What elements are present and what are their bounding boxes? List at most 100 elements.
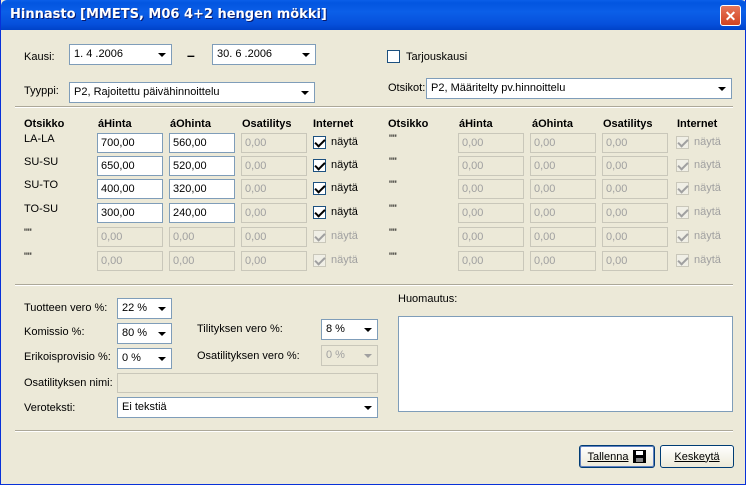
header-aohinta: áOhinta — [170, 118, 211, 130]
tuotteen-vero-select[interactable]: 22 % — [117, 298, 172, 319]
komissio-select[interactable]: 80 % — [117, 323, 172, 344]
separator — [15, 430, 733, 432]
erikoisprovisio-select[interactable]: 0 % — [117, 348, 172, 369]
ahinta-input[interactable]: 0,00 — [97, 251, 163, 271]
header-otsikko: Otsikko — [24, 118, 65, 130]
internet-label: näytä — [694, 136, 721, 148]
end-date-value: 30. 6 .2006 — [217, 48, 273, 60]
chevron-down-icon[interactable] — [154, 300, 170, 317]
internet-checkbox[interactable] — [313, 159, 326, 172]
internet-checkbox[interactable] — [676, 182, 689, 195]
aohinta-input[interactable]: 560,00 — [169, 133, 235, 153]
osatilitys-input[interactable]: 0,00 — [241, 156, 307, 176]
dialog-window: Hinnasto [MMETS, M06 4+2 hengen mökki] ✕… — [0, 0, 746, 485]
osatilitys-input[interactable]: 0,00 — [241, 227, 307, 247]
osatilitys-input[interactable]: 0,00 — [602, 133, 668, 153]
internet-label: näytä — [694, 182, 721, 194]
ahinta-input[interactable]: 0,00 — [458, 179, 524, 199]
internet-checkbox[interactable] — [676, 230, 689, 243]
huomautus-label: Huomautus: — [398, 293, 458, 305]
veroteksti-select[interactable]: Ei tekstiä — [117, 397, 378, 418]
cancel-button[interactable]: Keskeytä — [660, 445, 734, 468]
chevron-down-icon[interactable] — [360, 321, 376, 338]
ahinta-input[interactable]: 0,00 — [97, 227, 163, 247]
internet-checkbox[interactable] — [676, 254, 689, 267]
osatilitys-input[interactable]: 0,00 — [241, 133, 307, 153]
aohinta-input[interactable]: 0,00 — [530, 251, 596, 271]
chevron-down-icon[interactable] — [360, 399, 376, 416]
osatilityksen-nimi-input[interactable] — [117, 373, 378, 393]
date-range-dash: – — [187, 47, 195, 63]
chevron-down-icon[interactable] — [154, 325, 170, 342]
ahinta-input[interactable]: 0,00 — [458, 203, 524, 223]
ahinta-input[interactable]: 300,00 — [97, 203, 163, 223]
veroteksti-value: Ei tekstiä — [122, 401, 167, 413]
internet-checkbox[interactable] — [313, 230, 326, 243]
osatilityksen-vero-select[interactable]: 0 % — [321, 345, 378, 366]
ahinta-input[interactable]: 400,00 — [97, 179, 163, 199]
row-otsikko-label: "" — [389, 203, 397, 215]
row-otsikko-label: SU-SU — [24, 156, 59, 168]
aohinta-input[interactable]: 0,00 — [530, 203, 596, 223]
ahinta-input[interactable]: 0,00 — [458, 133, 524, 153]
aohinta-input[interactable]: 520,00 — [169, 156, 235, 176]
tarjouskausi-checkbox[interactable] — [387, 50, 400, 63]
aohinta-input[interactable]: 0,00 — [530, 227, 596, 247]
aohinta-input[interactable]: 0,00 — [169, 251, 235, 271]
ahinta-input[interactable]: 700,00 — [97, 133, 163, 153]
start-date-picker[interactable]: 1. 4 .2006 — [69, 44, 172, 65]
internet-label: näytä — [694, 230, 721, 242]
osatilitys-input[interactable]: 0,00 — [241, 251, 307, 271]
kausi-label: Kausi: — [24, 51, 55, 63]
internet-checkbox[interactable] — [676, 206, 689, 219]
save-button[interactable]: Tallenna — [579, 445, 655, 468]
aohinta-input[interactable]: 0,00 — [169, 227, 235, 247]
tilityksen-vero-value: 8 % — [326, 323, 345, 335]
ahinta-input[interactable]: 0,00 — [458, 227, 524, 247]
close-button[interactable]: ✕ — [720, 5, 741, 26]
internet-checkbox[interactable] — [313, 136, 326, 149]
osatilitys-input[interactable]: 0,00 — [602, 251, 668, 271]
internet-checkbox[interactable] — [676, 159, 689, 172]
ahinta-input[interactable]: 650,00 — [97, 156, 163, 176]
komissio-label: Komissio %: — [24, 326, 85, 338]
ahinta-input[interactable]: 0,00 — [458, 156, 524, 176]
aohinta-input[interactable]: 0,00 — [530, 179, 596, 199]
row-otsikko-label: "" — [389, 227, 397, 239]
start-date-value: 1. 4 .2006 — [74, 48, 123, 60]
ahinta-input[interactable]: 0,00 — [458, 251, 524, 271]
osatilitys-input[interactable]: 0,00 — [241, 203, 307, 223]
osatilitys-input[interactable]: 0,00 — [241, 179, 307, 199]
header-osatilitys: Osatilitys — [242, 118, 292, 130]
header-osatilitys-right: Osatilitys — [603, 118, 653, 130]
header-internet-right: Internet — [677, 118, 718, 130]
internet-checkbox[interactable] — [676, 136, 689, 149]
otsikot-select[interactable]: P2, Määritelty pv.hinnoittelu — [426, 78, 732, 99]
tarjouskausi-label: Tarjouskausi — [406, 51, 468, 63]
end-date-picker[interactable]: 30. 6 .2006 — [212, 44, 316, 65]
internet-checkbox[interactable] — [313, 254, 326, 267]
aohinta-input[interactable]: 0,00 — [530, 133, 596, 153]
title-bar[interactable]: Hinnasto [MMETS, M06 4+2 hengen mökki] ✕ — [1, 0, 746, 30]
chevron-down-icon[interactable] — [714, 80, 730, 97]
internet-label: näytä — [331, 182, 358, 194]
huomautus-textarea[interactable] — [398, 316, 733, 412]
internet-label: näytä — [694, 159, 721, 171]
chevron-down-icon[interactable] — [297, 84, 313, 101]
aohinta-input[interactable]: 320,00 — [169, 179, 235, 199]
internet-checkbox[interactable] — [313, 182, 326, 195]
osatilitys-input[interactable]: 0,00 — [602, 179, 668, 199]
chevron-down-icon[interactable] — [154, 350, 170, 367]
osatilitys-input[interactable]: 0,00 — [602, 156, 668, 176]
veroteksti-label: Veroteksti: — [24, 402, 76, 414]
chevron-down-icon[interactable] — [154, 46, 170, 63]
osatilitys-input[interactable]: 0,00 — [602, 203, 668, 223]
osatilitys-input[interactable]: 0,00 — [602, 227, 668, 247]
aohinta-input[interactable]: 240,00 — [169, 203, 235, 223]
aohinta-input[interactable]: 0,00 — [530, 156, 596, 176]
chevron-down-icon[interactable] — [360, 347, 376, 364]
tyyppi-select[interactable]: P2, Rajoitettu päivähinnoittelu — [69, 82, 315, 103]
tilityksen-vero-select[interactable]: 8 % — [321, 319, 378, 340]
internet-checkbox[interactable] — [313, 206, 326, 219]
chevron-down-icon[interactable] — [298, 46, 314, 63]
